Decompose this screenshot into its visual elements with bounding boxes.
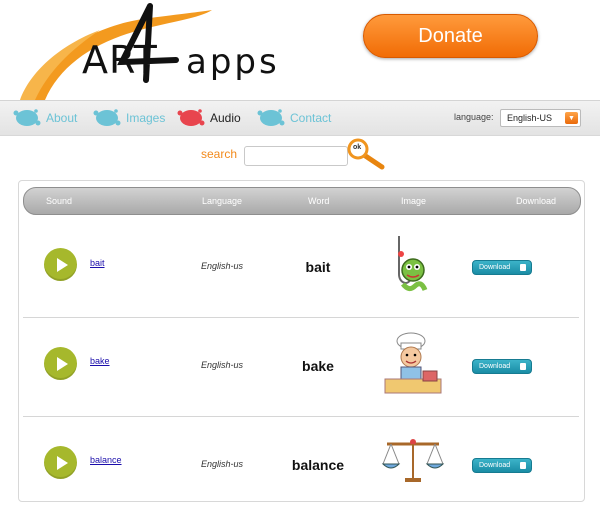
search-button-label: ok xyxy=(353,144,362,151)
worm-on-hook-image xyxy=(398,236,428,292)
splash-icon xyxy=(257,109,285,126)
download-button[interactable]: Download xyxy=(472,359,532,374)
download-button[interactable]: Download xyxy=(472,458,532,473)
word-cell: bake xyxy=(302,358,334,374)
table-row: bait English-us bait Download xyxy=(23,220,579,318)
nav-item-images[interactable]: Images xyxy=(92,107,165,129)
nav-about-label: About xyxy=(46,111,78,125)
table-header: Sound Language Word Image Download xyxy=(23,187,581,215)
download-icon xyxy=(520,363,526,370)
nav-item-contact[interactable]: Contact xyxy=(256,107,331,129)
nav-item-about[interactable]: About xyxy=(12,107,77,129)
splash-icon xyxy=(177,109,205,126)
language-cell: English-us xyxy=(201,360,244,370)
donate-button[interactable]: Donate xyxy=(363,14,538,58)
search-input[interactable] xyxy=(244,146,348,166)
splash-icon xyxy=(93,109,121,126)
play-button[interactable] xyxy=(44,446,77,479)
nav-contact-label: Contact xyxy=(290,111,332,125)
language-select-value: English-US xyxy=(507,113,553,123)
nav-images-label: Images xyxy=(126,111,166,125)
baker-image xyxy=(384,332,442,394)
sound-link[interactable]: balance xyxy=(90,455,122,465)
header-sound: Sound xyxy=(46,196,73,206)
header: ART apps Donate xyxy=(0,0,600,100)
download-icon xyxy=(520,264,526,271)
play-button[interactable] xyxy=(44,248,77,281)
play-icon xyxy=(56,356,68,371)
word-cell: balance xyxy=(291,457,345,473)
row-divider xyxy=(23,317,579,318)
download-icon xyxy=(520,462,526,469)
nav-audio-label: Audio xyxy=(210,111,241,125)
nav-bar: About Images Audio Contact language: Eng… xyxy=(0,100,600,136)
download-label: Download xyxy=(479,363,511,370)
header-word: Word xyxy=(308,196,330,206)
search-button[interactable]: ok xyxy=(346,138,386,170)
play-icon xyxy=(56,257,68,272)
sound-link[interactable]: bake xyxy=(90,356,110,366)
logo-apps-text: apps xyxy=(186,42,280,82)
table-row: bake English-us bake Download xyxy=(23,319,579,417)
chevron-down-icon[interactable]: ▼ xyxy=(565,112,578,124)
word-cell: bait xyxy=(305,259,331,275)
language-label: language: xyxy=(454,112,494,122)
balance-scale-image xyxy=(381,439,445,482)
splash-icon xyxy=(13,109,41,126)
language-cell: English-us xyxy=(201,261,244,271)
play-button[interactable] xyxy=(44,347,77,380)
logo[interactable]: ART apps xyxy=(0,0,300,100)
nav-item-audio[interactable]: Audio xyxy=(176,107,241,129)
sound-link[interactable]: bait xyxy=(90,258,105,268)
language-cell: English-us xyxy=(201,459,244,469)
language-select[interactable]: English-US ▼ xyxy=(500,109,581,127)
header-download: Download xyxy=(516,196,557,206)
row-divider xyxy=(23,416,579,417)
header-language: Language xyxy=(202,196,243,206)
header-image: Image xyxy=(401,196,427,206)
play-icon xyxy=(56,455,68,470)
logo-art-text: ART xyxy=(82,38,158,82)
search-label: search xyxy=(201,147,238,161)
download-button[interactable]: Download xyxy=(472,260,532,275)
magnifier-icon xyxy=(347,138,385,170)
download-label: Download xyxy=(479,462,511,469)
table-row: balance English-us balance Download xyxy=(23,418,579,516)
download-label: Download xyxy=(479,264,511,271)
